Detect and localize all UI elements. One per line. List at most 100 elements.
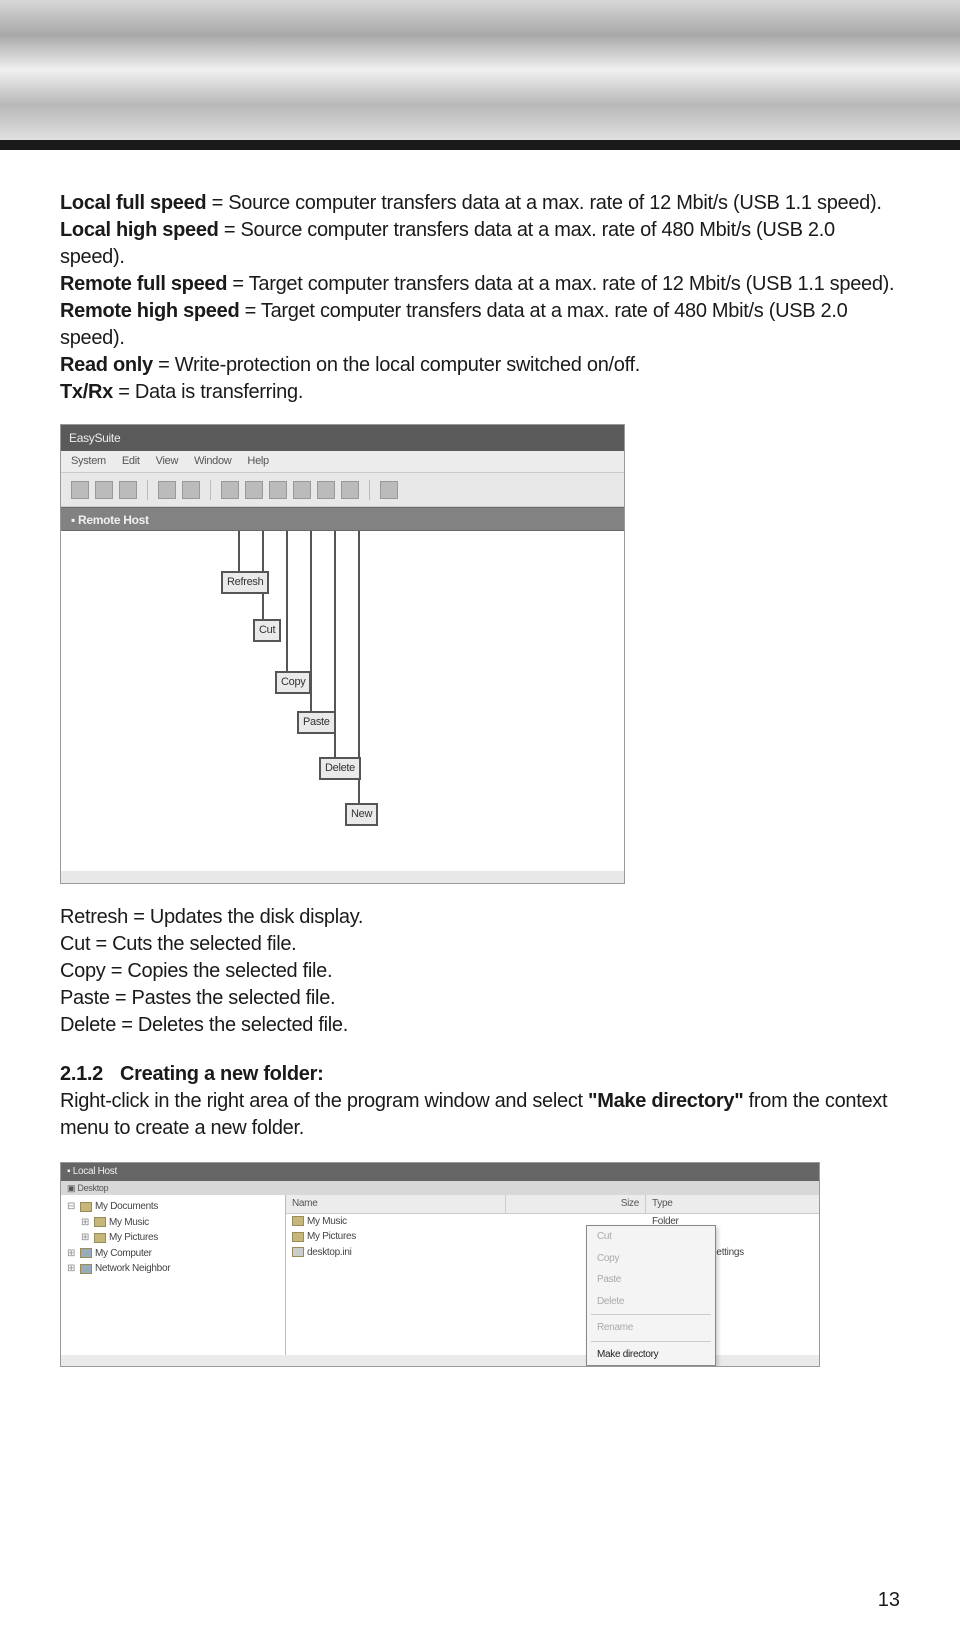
- col-type[interactable]: Type: [646, 1195, 819, 1213]
- section-title: Creating a new folder:: [120, 1063, 323, 1085]
- toolbar-separator: [369, 480, 370, 500]
- section-heading: 2.1.2Creating a new folder:: [60, 1061, 900, 1088]
- toolbar-icon[interactable]: [158, 481, 176, 499]
- section-bold: "Make directory": [588, 1090, 743, 1112]
- ctx-make-directory[interactable]: Make directory: [587, 1344, 715, 1366]
- term: Delete: [60, 1014, 116, 1036]
- term-body: = Data is transferring.: [113, 381, 303, 403]
- tree-label: My Music: [109, 1216, 149, 1230]
- screenshot-body: Refresh Cut Copy Paste Delete New: [61, 531, 624, 871]
- callout-delete: Delete: [319, 757, 361, 780]
- col-size[interactable]: Size: [506, 1195, 646, 1213]
- toolbar-new-icon[interactable]: [341, 481, 359, 499]
- section-label: Remote Host: [78, 513, 149, 527]
- toolbar: [61, 473, 624, 507]
- toolbar-cut-icon[interactable]: [245, 481, 263, 499]
- menu-item[interactable]: Help: [247, 454, 268, 469]
- toolbar-icon[interactable]: [95, 481, 113, 499]
- toolbar-icon[interactable]: [380, 481, 398, 499]
- term: Cut: [60, 933, 90, 955]
- page-content: Local full speed = Source computer trans…: [0, 150, 960, 1367]
- folder-icon: [80, 1202, 92, 1212]
- toolbar-icon[interactable]: [71, 481, 89, 499]
- tree-item[interactable]: ⊞My Pictures: [65, 1230, 281, 1246]
- page-number: 13: [878, 1589, 900, 1612]
- folder-icon: [292, 1216, 304, 1226]
- file-name: My Music: [307, 1215, 347, 1229]
- list-pane[interactable]: Name Size Type My MusicFolder My Picture…: [286, 1195, 819, 1355]
- tree-label: My Documents: [95, 1200, 158, 1214]
- term-body: = Pastes the selected file.: [110, 987, 336, 1009]
- tree-item[interactable]: ⊞My Computer: [65, 1246, 281, 1262]
- window-title: Local Host: [73, 1166, 117, 1177]
- menu-item[interactable]: View: [156, 454, 178, 469]
- ctx-rename[interactable]: Rename: [587, 1317, 715, 1339]
- toolbar-refresh-icon[interactable]: [221, 481, 239, 499]
- file-name: My Pictures: [307, 1230, 356, 1244]
- list-item[interactable]: My PicturesFolder: [286, 1229, 819, 1245]
- context-menu: Cut Copy Paste Delete Rename Make direct…: [586, 1225, 716, 1366]
- window-titlebar: EasySuite: [61, 425, 624, 451]
- ctx-paste[interactable]: Paste: [587, 1269, 715, 1291]
- menubar: System Edit View Window Help: [61, 451, 624, 473]
- term-body: = Source computer transfers data at a ma…: [206, 192, 881, 214]
- screenshot-context-menu: ▪ Local Host ▣ Desktop ⊟My Documents ⊞My…: [60, 1162, 820, 1367]
- toolbar-icon[interactable]: [182, 481, 200, 499]
- menu-item[interactable]: System: [71, 454, 106, 469]
- list-item[interactable]: My MusicFolder: [286, 1214, 819, 1230]
- ctx-separator: [591, 1341, 711, 1342]
- menu-item[interactable]: Edit: [122, 454, 140, 469]
- ctx-delete[interactable]: Delete: [587, 1291, 715, 1313]
- folder-icon: [94, 1233, 106, 1243]
- toolbar-icon[interactable]: [119, 481, 137, 499]
- toolbar-delete-icon[interactable]: [317, 481, 335, 499]
- column-headers: Name Size Type: [286, 1195, 819, 1214]
- tree-item[interactable]: ⊟My Documents: [65, 1199, 281, 1215]
- term: Retresh: [60, 906, 128, 928]
- section-number: 2.1.2: [60, 1061, 120, 1088]
- window-title: EasySuite: [69, 431, 120, 445]
- section-body: Right-click in the right area of the pro…: [60, 1088, 900, 1142]
- section-text: Right-click in the right area of the pro…: [60, 1090, 588, 1112]
- folder-icon: [292, 1232, 304, 1242]
- toolbar-separator: [210, 480, 211, 500]
- tree-item[interactable]: ⊞Network Neighbor: [65, 1261, 281, 1277]
- ctx-copy[interactable]: Copy: [587, 1248, 715, 1270]
- callout-line: [238, 531, 240, 571]
- page-header-gradient: [0, 0, 960, 150]
- address-bar: ▣ Desktop: [61, 1181, 819, 1195]
- toolbar-separator: [147, 480, 148, 500]
- menu-item[interactable]: Window: [194, 454, 231, 469]
- col-name[interactable]: Name: [286, 1195, 506, 1213]
- tree-pane: ⊟My Documents ⊞My Music ⊞My Pictures ⊞My…: [61, 1195, 286, 1355]
- term: Remote high speed: [60, 300, 239, 322]
- tree-label: Network Neighbor: [95, 1262, 170, 1276]
- callout-copy: Copy: [275, 671, 311, 694]
- term: Remote full speed: [60, 273, 227, 295]
- callout-cut: Cut: [253, 619, 281, 642]
- tree-label: My Pictures: [109, 1231, 158, 1245]
- folder-icon: [94, 1217, 106, 1227]
- ctx-cut[interactable]: Cut: [587, 1226, 715, 1248]
- toolbar-paste-icon[interactable]: [293, 481, 311, 499]
- callout-refresh: Refresh: [221, 571, 269, 594]
- window-titlebar: ▪ Local Host: [61, 1163, 819, 1181]
- callout-paste: Paste: [297, 711, 336, 734]
- address-text: Desktop: [77, 1183, 108, 1193]
- list-item[interactable]: desktop.ini76 BConfiguration Settings: [286, 1245, 819, 1261]
- toolbar-copy-icon[interactable]: [269, 481, 287, 499]
- definitions-block-1: Local full speed = Source computer trans…: [60, 190, 900, 406]
- term-body: = Write-protection on the local computer…: [153, 354, 640, 376]
- definitions-block-2: Retresh = Updates the disk display. Cut …: [60, 904, 900, 1039]
- term-body: = Deletes the selected file.: [116, 1014, 348, 1036]
- term-body: = Updates the disk display.: [128, 906, 363, 928]
- file-icon: [292, 1247, 304, 1257]
- tree-item[interactable]: ⊞My Music: [65, 1215, 281, 1231]
- callout-line: [286, 531, 288, 671]
- screenshot-toolbar-callouts: EasySuite System Edit View Window Help ▪: [60, 424, 625, 884]
- term: Read only: [60, 354, 153, 376]
- term-body: = Copies the selected file.: [106, 960, 333, 982]
- term: Local full speed: [60, 192, 206, 214]
- tree-label: My Computer: [95, 1247, 152, 1261]
- network-icon: [80, 1264, 92, 1274]
